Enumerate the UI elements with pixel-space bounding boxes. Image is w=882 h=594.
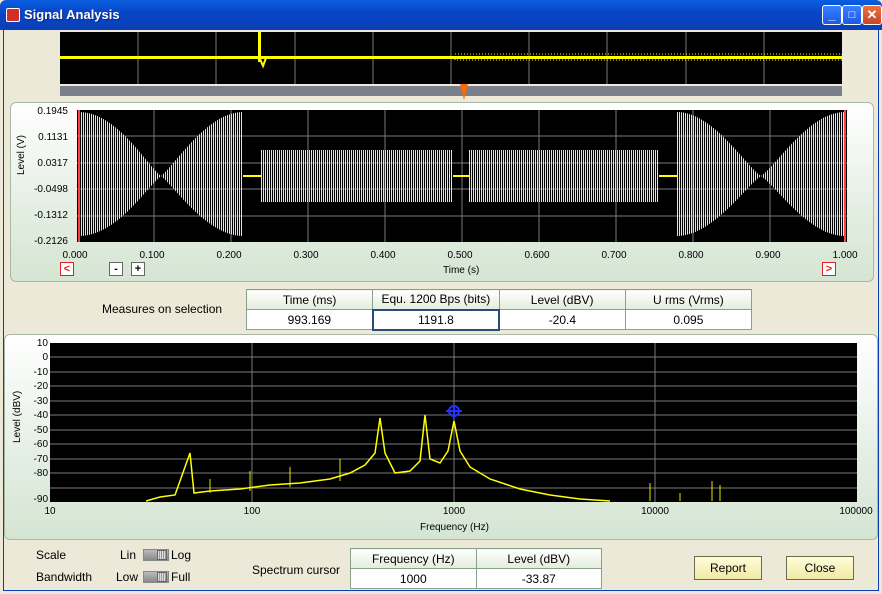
time-x-tick: 0.100 xyxy=(139,250,165,261)
time-x-tick: 0.900 xyxy=(755,250,781,261)
overview-waveform[interactable] xyxy=(60,32,842,84)
scroll-left-button[interactable]: < xyxy=(60,262,74,276)
close-window-button[interactable]: ✕ xyxy=(862,5,882,25)
overview-position-marker[interactable] xyxy=(460,84,468,100)
spectrum-y-tick: 0 xyxy=(42,352,48,363)
spectrum-cursor-header: Level (dBV) xyxy=(475,548,603,569)
measures-table: Time (ms) Equ. 1200 Bps (bits) Level (dB… xyxy=(245,289,753,331)
bandwidth-full-label: Full xyxy=(171,570,191,584)
time-x-tick: 0.800 xyxy=(678,250,704,261)
measures-header: Equ. 1200 Bps (bits) xyxy=(372,289,500,310)
spectrum-x-tick: 10 xyxy=(44,506,56,517)
title-bar xyxy=(0,0,882,30)
time-x-tick: 0.200 xyxy=(216,250,242,261)
spectrum-y-tick: -90 xyxy=(33,494,48,505)
spectrum-y-tick: -50 xyxy=(33,425,48,436)
measure-urms-value[interactable]: 0.095 xyxy=(624,309,753,330)
minimize-button[interactable]: _ xyxy=(822,5,842,25)
time-y-tick: -0.2126 xyxy=(34,236,68,247)
spectrum-y-tick: -70 xyxy=(33,454,48,465)
time-x-axis-label: Time (s) xyxy=(443,265,480,276)
time-x-tick: 0.500 xyxy=(447,250,473,261)
spectrum-x-tick: 10000 xyxy=(641,506,669,517)
maximize-button[interactable]: □ xyxy=(842,5,862,25)
time-x-tick: 1.000 xyxy=(832,250,858,261)
measure-bits-value[interactable]: 1191.8 xyxy=(371,308,501,331)
time-x-tick: 0.000 xyxy=(62,250,88,261)
spectrum-cursor-table: Frequency (Hz) Level (dBV) 1000 -33.87 xyxy=(350,548,603,589)
time-y-tick: 0.1945 xyxy=(37,106,68,117)
scale-toggle[interactable] xyxy=(143,549,169,561)
spectrum-y-tick: -60 xyxy=(33,439,48,450)
spectrum-y-tick: -80 xyxy=(33,468,48,479)
time-x-tick: 0.400 xyxy=(370,250,396,261)
spectrum-y-tick: 10 xyxy=(36,338,48,349)
report-button[interactable]: Report xyxy=(694,556,762,580)
scroll-right-button[interactable]: > xyxy=(822,262,836,276)
time-y-tick: 0.0317 xyxy=(37,158,68,169)
bandwidth-toggle[interactable] xyxy=(143,571,169,583)
cursor-frequency-value[interactable]: 1000 xyxy=(350,568,477,589)
scale-lin-label: Lin xyxy=(120,548,137,562)
zoom-out-button[interactable]: - xyxy=(109,262,123,276)
spectrum-plot[interactable] xyxy=(50,343,857,502)
time-x-tick: 0.300 xyxy=(293,250,319,261)
time-x-tick: 0.700 xyxy=(601,250,627,261)
app-icon[interactable] xyxy=(6,8,20,22)
time-y-tick: -0.0498 xyxy=(34,184,68,195)
spectrum-x-tick: 1000 xyxy=(442,506,466,517)
measure-level-value[interactable]: -20.4 xyxy=(498,309,626,330)
measures-label: Measures on selection xyxy=(102,302,223,316)
spectrum-y-tick: -20 xyxy=(33,381,48,392)
bandwidth-low-label: Low xyxy=(116,570,139,584)
spectrum-y-tick: -40 xyxy=(33,410,48,421)
spectrum-cursor-header: Frequency (Hz) xyxy=(350,548,477,569)
time-waveform-plot[interactable] xyxy=(77,110,847,242)
close-button[interactable]: Close xyxy=(786,556,854,580)
spectrum-y-tick: -30 xyxy=(33,396,48,407)
window-title: Signal Analysis xyxy=(24,7,120,22)
bandwidth-label: Bandwidth xyxy=(36,570,93,584)
measures-header: Level (dBV) xyxy=(498,289,626,310)
time-x-tick: 0.600 xyxy=(524,250,550,261)
zoom-in-button[interactable]: + xyxy=(131,262,145,276)
measure-time-value[interactable]: 993.169 xyxy=(245,309,374,330)
time-y-tick: -0.1312 xyxy=(34,210,68,221)
spectrum-x-tick: 100 xyxy=(243,506,261,517)
time-y-tick: 0.1131 xyxy=(38,132,68,143)
spectrum-y-tick: -10 xyxy=(33,367,48,378)
spectrum-x-axis-label: Frequency (Hz) xyxy=(420,522,489,533)
scale-log-label: Log xyxy=(171,548,192,562)
measures-header: Time (ms) xyxy=(245,289,374,310)
spectrum-x-tick: 100000 xyxy=(839,506,873,517)
overview-scrollbar[interactable] xyxy=(60,86,842,96)
measures-header: U rms (Vrms) xyxy=(624,289,753,310)
spectrum-cursor-label: Spectrum cursor xyxy=(252,563,341,577)
cursor-level-value[interactable]: -33.87 xyxy=(475,568,603,589)
scale-label: Scale xyxy=(36,548,67,562)
